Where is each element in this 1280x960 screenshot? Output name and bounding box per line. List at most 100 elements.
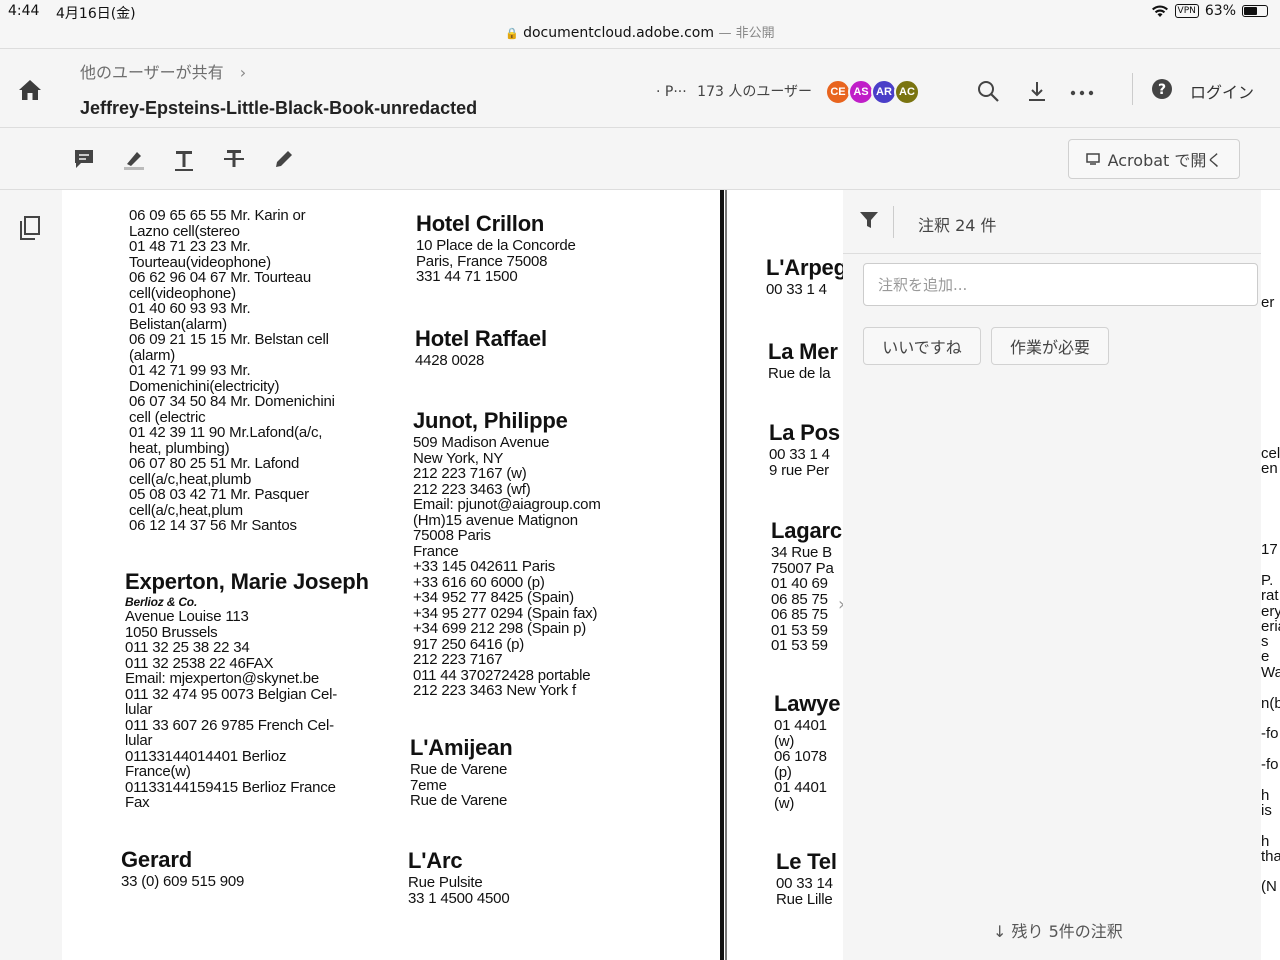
pages-icon[interactable] bbox=[19, 216, 41, 240]
entry-line: lular bbox=[125, 732, 153, 749]
edge-text: en bbox=[1261, 460, 1278, 477]
pencil-icon[interactable] bbox=[272, 147, 296, 171]
entry-line: Tourteau(videophone) bbox=[129, 253, 271, 271]
avatar[interactable]: AC bbox=[894, 79, 920, 105]
entry-line: 01 4401 bbox=[774, 717, 827, 734]
avatar-group[interactable]: CE AS AR AC bbox=[825, 79, 920, 105]
comment-icon[interactable] bbox=[72, 147, 96, 171]
entry-line: 06 85 75 bbox=[771, 590, 828, 608]
entry-line: 9 rue Per bbox=[769, 461, 829, 479]
entry-line: 011 44 370272428 portable bbox=[413, 666, 591, 684]
entry-line: Rue Pulsite bbox=[408, 874, 483, 891]
edge-text: rat bbox=[1261, 587, 1279, 604]
share-prefix: · P··· bbox=[656, 84, 687, 100]
share-users-count: 173 人のユーザー bbox=[697, 84, 813, 100]
url-bar[interactable]: 🔒 documentcloud.adobe.com — 非公開 bbox=[0, 22, 1280, 48]
document-page[interactable]: 06 09 65 65 55 Mr. Karin or Lazno cell(st… bbox=[62, 190, 843, 960]
entry-line: 75008 Paris bbox=[413, 527, 491, 544]
entry-partial: Lawye 01 4401 (w) 06 1078 (p) 01 4401 (w) bbox=[774, 692, 843, 811]
entry-lines: Avenue Louise 113 1050 Brussels 011 32 25 … bbox=[125, 609, 415, 811]
open-in-acrobat-button[interactable]: Acrobat で開く bbox=[1068, 139, 1240, 179]
edge-text: er bbox=[1261, 294, 1275, 311]
edge-text: (N bbox=[1261, 878, 1277, 895]
breadcrumb[interactable]: 他のユーザーが共有 › bbox=[80, 59, 246, 83]
add-comment-input[interactable] bbox=[863, 263, 1258, 306]
entry-line: 212 223 7167 (w) bbox=[413, 465, 527, 482]
entry-line: Rue de Varene bbox=[410, 761, 508, 778]
panel-rule bbox=[843, 253, 1261, 254]
entry-line: 06 09 21 15 15 Mr. Belstan cell bbox=[129, 331, 329, 348]
like-chip[interactable]: いいですね bbox=[863, 327, 981, 365]
entry-lines: 4428 0028 bbox=[415, 353, 675, 369]
download-icon[interactable] bbox=[1026, 79, 1048, 103]
doc-column-1: 06 09 65 65 55 Mr. Karin or Lazno cell(st… bbox=[129, 208, 409, 534]
comments-panel: 注釈 24 件 いいですね 作業が必要 ↓ 残り 5件の注釈 bbox=[843, 190, 1261, 960]
entry-name: Junot, Philippe bbox=[413, 408, 568, 433]
document-title: Jeffrey-Epsteins-Little-Black-Book-unred… bbox=[80, 98, 478, 118]
entry-lines: Rue de Varene 7eme Rue de Varene bbox=[410, 762, 670, 809]
entry-line: 00 33 1 4 bbox=[766, 281, 827, 298]
entry-line: Email: mjexperton@skynet.be bbox=[125, 670, 320, 687]
entry-line: Email: pjunot@aiagroup.com bbox=[413, 496, 601, 513]
entry-partial: L'Arpeg 00 33 1 4 bbox=[766, 256, 843, 298]
next-page-edge: ercelen17P.rateryeriaseWan(b-fo-fohishth… bbox=[1261, 190, 1280, 960]
entry-name: La Pos bbox=[769, 420, 840, 445]
entry-line: 01 42 71 99 93 Mr. bbox=[129, 362, 251, 379]
entry-line: Belistan(alarm) bbox=[129, 315, 227, 333]
highlighter-icon[interactable] bbox=[122, 147, 146, 171]
entry-gerard: Gerard 33 (0) 609 515 909 bbox=[121, 848, 401, 890]
entry-line: 917 250 6416 (p) bbox=[413, 635, 525, 653]
entry-line: 011 32 25 38 22 34 bbox=[125, 639, 250, 656]
page-fold-shadow bbox=[725, 190, 727, 960]
breadcrumb-shared[interactable]: 他のユーザーが共有 bbox=[80, 63, 224, 82]
edge-text: 17 bbox=[1261, 541, 1278, 558]
entry-line: France(w) bbox=[125, 763, 191, 780]
entry-crillon: Hotel Crillon 10 Place de la Concorde Par… bbox=[416, 212, 676, 285]
page-fold bbox=[720, 190, 724, 960]
url-visibility: — 非公開 bbox=[718, 26, 775, 41]
remaining-comments-link[interactable]: ↓ 残り 5件の注釈 bbox=[993, 918, 1123, 942]
open-in-acrobat-label: Acrobat で開く bbox=[1107, 151, 1223, 170]
entry-line: 01133144159415 Berlioz France bbox=[125, 778, 336, 796]
entry-junot: Junot, Philippe 509 Madison Avenue New Yo… bbox=[413, 409, 683, 699]
entry-line: 10 Place de la Concorde bbox=[416, 237, 576, 254]
entry-experton: Experton, Marie Joseph Berlioz & Co. Ave… bbox=[125, 570, 415, 811]
help-icon[interactable]: ? bbox=[1151, 78, 1173, 100]
entry-line: 06 07 80 25 51 Mr. Lafond bbox=[129, 455, 300, 472]
entry-line: 011 32 2538 22 46FAX bbox=[125, 654, 274, 672]
entry-line: 06 85 75 bbox=[771, 606, 828, 623]
app-header: 他のユーザーが共有 › Jeffrey-Epsteins-Little-Black… bbox=[0, 48, 1280, 128]
entry-raffael: Hotel Raffael 4428 0028 bbox=[415, 327, 675, 369]
remaining-comments-label: 残り 5件の注釈 bbox=[1011, 922, 1123, 941]
search-icon[interactable] bbox=[976, 79, 1000, 103]
share-info[interactable]: · P··· 173 人のユーザー bbox=[656, 81, 812, 101]
entry-lines: Rue Pulsite 33 1 4500 4500 bbox=[408, 875, 668, 906]
text-icon[interactable] bbox=[172, 147, 196, 171]
entry-line: Lazno cell(stereo bbox=[129, 222, 240, 240]
entry-line: 509 Madison Avenue bbox=[413, 434, 550, 451]
entry-line: Rue de Varene bbox=[410, 792, 508, 809]
strikethrough-icon[interactable] bbox=[222, 147, 246, 171]
entry-line: 06 07 34 50 84 Mr. Domenichini bbox=[129, 393, 335, 410]
edge-text: e bbox=[1261, 648, 1270, 665]
entry-line: 05 08 03 42 71 Mr. Pasquer bbox=[129, 486, 309, 503]
entry-partial: La Pos 00 33 1 49 rue Per bbox=[769, 421, 843, 478]
entry-line: (w) bbox=[774, 732, 795, 750]
home-icon[interactable] bbox=[18, 79, 42, 101]
status-bar: 4:44 4月16日(金) VPN 63% bbox=[0, 0, 1280, 22]
entry-line: New York, NY bbox=[413, 449, 504, 467]
edge-text: -fo bbox=[1261, 756, 1279, 773]
needs-work-chip[interactable]: 作業が必要 bbox=[991, 327, 1109, 365]
entry-line: 01133144014401 Berlioz bbox=[125, 747, 287, 765]
entry-name: Lagarc bbox=[771, 518, 842, 543]
edge-text: n(b bbox=[1261, 695, 1280, 712]
entry-line: 06 1078 bbox=[774, 748, 827, 765]
entry-line: cell(a/c,heat,plum bbox=[129, 501, 243, 519]
entry-line: 06 12 14 37 56 Mr Santos bbox=[129, 517, 297, 534]
login-button[interactable]: ログイン bbox=[1190, 79, 1254, 103]
more-icon[interactable] bbox=[1070, 89, 1094, 97]
filter-icon[interactable] bbox=[859, 210, 879, 230]
entry-name: Hotel Raffael bbox=[415, 326, 547, 351]
entry-lines: 33 (0) 609 515 909 bbox=[121, 874, 401, 890]
entry-name: La Mer bbox=[768, 339, 838, 364]
